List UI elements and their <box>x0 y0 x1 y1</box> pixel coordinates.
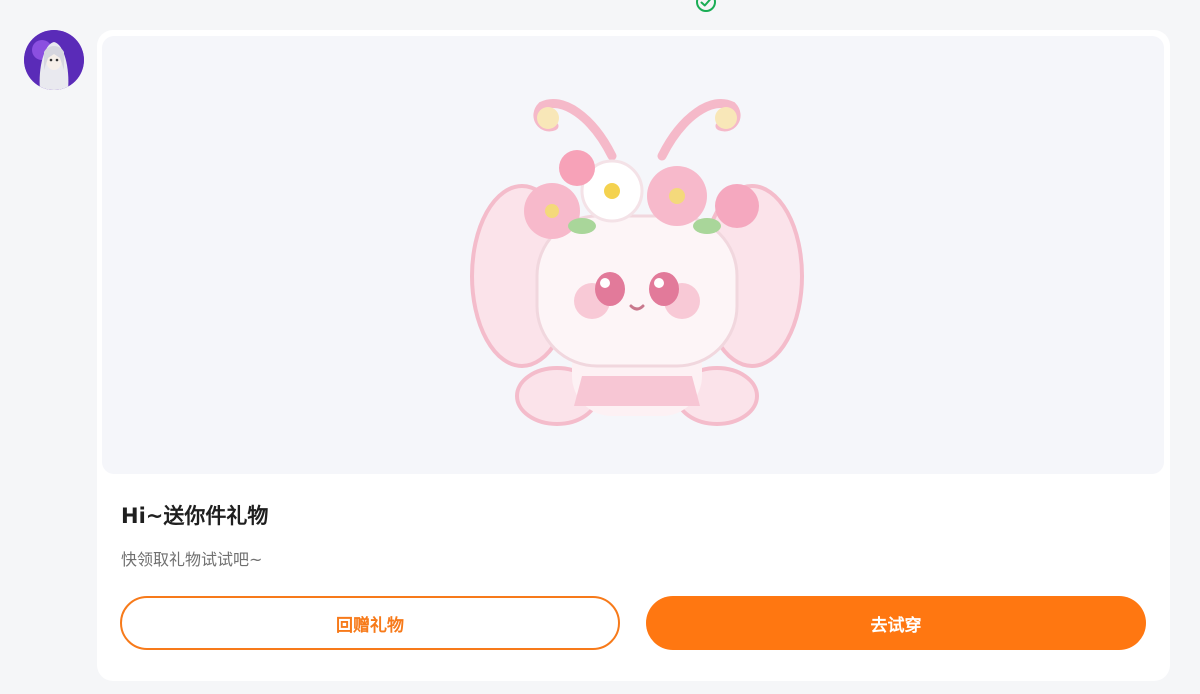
gift-subtitle: 快领取礼物试试吧~ <box>121 550 263 569</box>
try-on-button[interactable]: 去试穿 <box>646 596 1146 650</box>
avatar-image-icon <box>24 30 84 90</box>
return-gift-label: 回赠礼物 <box>336 615 404 636</box>
check-circle-icon <box>696 0 716 12</box>
gift-message-card: Hi~送你件礼物 快领取礼物试试吧~ 回赠礼物 去试穿 <box>97 30 1170 681</box>
gift-image-panel <box>102 36 1164 474</box>
sender-avatar[interactable] <box>24 30 84 90</box>
butterfly-plush-icon <box>470 98 804 426</box>
gift-title: Hi~送你件礼物 <box>121 504 269 528</box>
try-on-label: 去试穿 <box>870 615 922 636</box>
return-gift-button[interactable]: 回赠礼物 <box>120 596 620 650</box>
